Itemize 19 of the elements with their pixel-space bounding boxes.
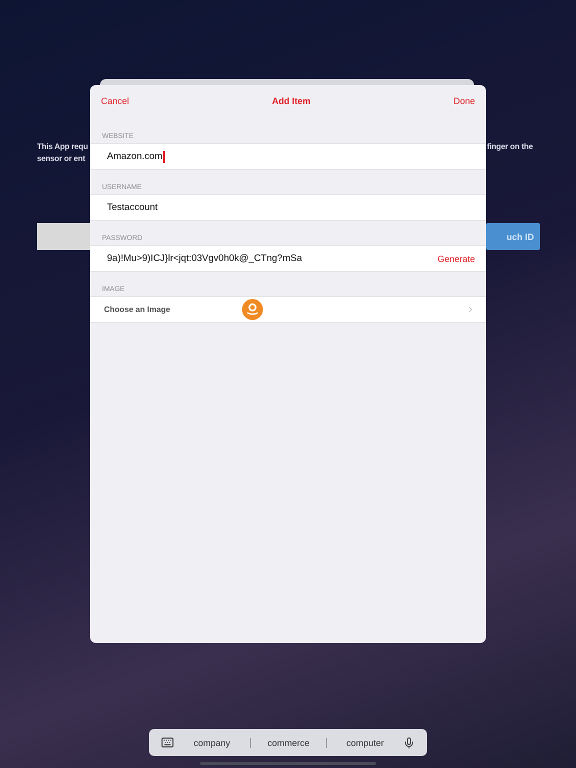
suggestion[interactable]: commerce	[254, 738, 322, 748]
background-text: finger on the	[487, 142, 534, 151]
image-picker-row[interactable]: Choose an Image	[90, 296, 486, 323]
password-field[interactable]: 9a)!Mu>9)ICJ}lr<jqt:03Vgv0h0k@_CTng?mSa Generate	[90, 245, 486, 272]
generate-button[interactable]: Generate	[437, 254, 475, 264]
suggestion[interactable]: company	[178, 738, 246, 748]
done-button[interactable]: Done	[453, 96, 475, 106]
background-text: This App requ	[37, 142, 89, 151]
sheet-title: Add Item	[272, 96, 310, 106]
suggestion[interactable]: computer	[331, 738, 400, 748]
input-field[interactable]: Testaccount	[90, 194, 486, 221]
smile-logo-icon	[242, 299, 264, 320]
cancel-button[interactable]: Cancel	[101, 96, 130, 106]
background-bar	[37, 223, 90, 250]
microphone-icon[interactable]	[403, 736, 416, 748]
background-text: sensor or ent	[37, 154, 86, 163]
keyboard-icon[interactable]	[161, 736, 174, 749]
chevron-icon	[466, 305, 475, 314]
input-field[interactable]: Amazon.com	[90, 143, 486, 170]
